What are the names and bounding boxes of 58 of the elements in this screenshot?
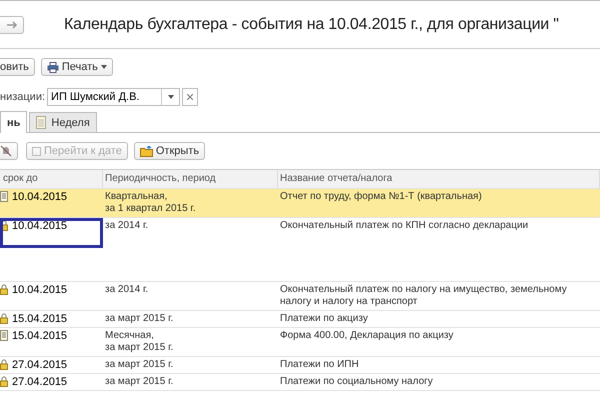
organization-field[interactable]: ИП Шумский Д.В.	[47, 88, 180, 106]
date-cell: 27.04.2015	[12, 376, 68, 388]
forward-button[interactable]	[0, 16, 24, 34]
column-header[interactable]: Название отчета/налога	[278, 170, 600, 188]
arrow-right-icon	[6, 20, 18, 28]
print-button[interactable]: Печать	[40, 58, 113, 76]
clear-button[interactable]	[182, 88, 198, 106]
tab[interactable]: Неделя	[29, 112, 97, 132]
table-row[interactable]: 10.04.2015 за 2014 г. Окончательный платеж по налогу на имущество, земельному налогу и налогу на транспорт	[0, 282, 600, 311]
toolbar-button[interactable]: овить	[0, 58, 35, 76]
period-cell-text: за март 2015 г.	[104, 358, 174, 372]
open-button[interactable]: Открыть	[134, 142, 206, 160]
table-row[interactable]: 10.04.2015 за 2014 г. Окончательный платеж по КПН согласно декларации	[0, 218, 600, 282]
table-row[interactable]: 15.04.2015 за март 2015 г. Платежи по акцизу	[0, 311, 600, 328]
caret-icon	[168, 95, 174, 99]
padlock-icon	[0, 359, 8, 370]
column-header[interactable]: Периодичность, период	[103, 170, 278, 188]
name-cell-text: Отчет по труду, форма №1-Т (квартальная)	[279, 190, 483, 204]
period-cell-text: Месячная, за март 2015 г.	[104, 329, 174, 355]
padlock-icon	[0, 284, 8, 295]
period-cell-text: за 2014 г.	[104, 219, 150, 233]
name-cell-text: Платежи по социальному налогу	[279, 375, 434, 389]
padlock-icon	[0, 376, 8, 387]
document-icon	[0, 330, 8, 341]
name-cell-text: Окончательный платеж по КПН согласно декларации	[279, 219, 530, 233]
period-cell-text: за март 2015 г.	[104, 375, 174, 389]
close-icon	[187, 94, 194, 100]
date-cell: 15.04.2015	[12, 313, 68, 325]
padlock-icon	[0, 220, 8, 231]
padlock-icon	[0, 313, 8, 324]
calendar-icon	[32, 146, 41, 156]
organization-label: низации:	[0, 91, 46, 103]
period-cell-text: Квартальная, за 1 квартал 2015 г.	[104, 190, 197, 216]
calendar-page-icon	[36, 116, 46, 129]
name-cell-text: Платежи по акцизу	[279, 312, 369, 326]
table-row[interactable]: 15.04.2015 Месячная, за март 2015 г. Форма 400.00, Декларация по акцизу	[0, 328, 600, 357]
date-cell: 10.04.2015	[12, 191, 68, 203]
table-row[interactable]: 10.04.2015 Квартальная, за 1 квартал 2015 г. Отчет по труду, форма №1-Т (квартальная)	[0, 189, 600, 218]
printer-icon	[46, 62, 59, 72]
tab[interactable]: нь	[0, 111, 28, 133]
column-header[interactable]: срок до	[0, 170, 103, 188]
date-cell: 10.04.2015	[12, 220, 68, 232]
table-row[interactable]: 27.04.2015 за март 2015 г. Платежи по ИПН	[0, 357, 600, 374]
delete-button[interactable]	[0, 142, 18, 160]
date-cell: 27.04.2015	[12, 359, 68, 371]
window-title: Календарь бухгалтера - события на 10.04.2015 г., для организации "	[64, 16, 559, 34]
period-cell-text: за март 2015 г.	[104, 312, 174, 326]
folder-icon	[140, 146, 153, 156]
name-cell-text: Платежи по ИПН	[279, 358, 360, 372]
crossed-bell-icon	[0, 145, 12, 157]
caret-icon	[100, 65, 107, 69]
period-cell-text: за 2014 г.	[104, 283, 150, 297]
document-icon	[0, 191, 8, 202]
date-cell: 10.04.2015	[12, 284, 68, 296]
name-cell-text: Форма 400.00, Декларация по акцизу	[279, 329, 454, 343]
table-row[interactable]: 27.04.2015 за март 2015 г. Платежи по социальному налогу	[0, 374, 600, 391]
name-cell-text: Окончательный платеж по налогу на имущество, земельному налогу и налогу на транспорт	[279, 283, 568, 309]
date-cell: 15.04.2015	[12, 330, 68, 342]
